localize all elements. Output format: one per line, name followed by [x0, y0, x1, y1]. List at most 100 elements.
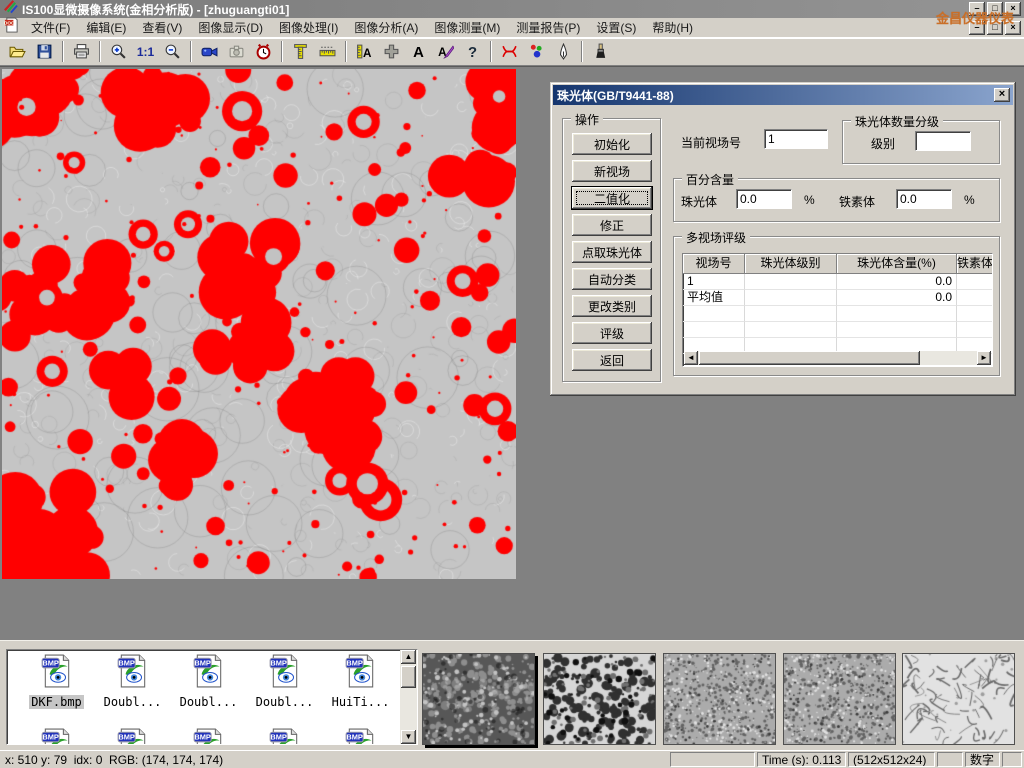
op-button-2[interactable]: 二值化 — [572, 187, 652, 209]
file-item-row2-4[interactable]: BMP — [323, 728, 398, 745]
file-name: DKF.bmp — [29, 695, 84, 709]
table-header-0[interactable]: 视场号 — [683, 254, 745, 274]
table-header-3[interactable]: 铁素体含量(%) — [957, 254, 993, 274]
scroll-left-arrow[interactable]: ◄ — [684, 351, 698, 365]
mdi-restore-button[interactable]: □ — [987, 21, 1003, 35]
op-button-4[interactable]: 点取珠光体 — [572, 241, 652, 263]
file-browser[interactable]: BMPDKF.bmpBMPDoubl...BMPDoubl...BMPDoubl… — [6, 649, 418, 745]
scroll-thumb[interactable] — [699, 351, 920, 365]
level-input[interactable] — [915, 131, 971, 151]
video-camera-icon[interactable] — [197, 40, 222, 64]
open-folder-icon[interactable] — [5, 40, 30, 64]
bmp-file-icon: BMP — [95, 728, 170, 745]
pearlite-percent-input[interactable] — [736, 189, 792, 209]
bmp-file-icon: BMP — [323, 728, 398, 745]
save-icon[interactable] — [32, 40, 57, 64]
file-item-row2-1[interactable]: BMP — [95, 728, 170, 745]
sample-thumbnail-0-dark-coarse[interactable] — [422, 653, 535, 745]
workspace: 珠光体(GB/T9441-88) × 操作 初始化新视场二值化修正点取珠光体自动… — [0, 66, 1024, 640]
sample-thumbnail-4-light-flakes[interactable] — [902, 653, 1015, 745]
table-horizontal-scrollbar[interactable]: ◄ ► — [684, 351, 991, 365]
op-button-5[interactable]: 自动分类 — [572, 268, 652, 290]
file-item-row2-2[interactable]: BMP — [171, 728, 246, 745]
dialog-close-button[interactable]: × — [994, 88, 1010, 102]
ferrite-percent-input[interactable] — [896, 189, 952, 209]
annotate-a-icon[interactable]: A — [433, 40, 458, 64]
menu-item-9[interactable]: 帮助(H) — [644, 17, 701, 38]
table-cell — [957, 322, 993, 338]
window-restore-button[interactable]: □ — [987, 2, 1003, 16]
help-icon[interactable]: ? — [460, 40, 485, 64]
op-button-7[interactable]: 评级 — [572, 322, 652, 344]
table-row[interactable]: 平均值0.0 — [683, 290, 992, 306]
menu-item-2[interactable]: 查看(V) — [134, 17, 190, 38]
sample-thumbnail-1-high-contrast[interactable] — [543, 653, 656, 745]
menu-item-3[interactable]: 图像显示(D) — [190, 17, 271, 38]
op-button-1[interactable]: 新视场 — [572, 160, 652, 182]
scroll-right-arrow[interactable]: ► — [977, 351, 991, 365]
op-button-6[interactable]: 更改类别 — [572, 295, 652, 317]
table-header-1[interactable]: 珠光体级别 — [745, 254, 837, 274]
status-mode: 数字 — [965, 752, 1000, 767]
filelist-scrollbar[interactable]: ▲▼ — [400, 650, 417, 744]
scroll-up-arrow[interactable]: ▲ — [401, 650, 416, 664]
micrograph-binarized-image[interactable] — [2, 69, 516, 579]
caliper-icon[interactable] — [288, 40, 313, 64]
curve-tool-icon[interactable] — [497, 40, 522, 64]
menu-item-7[interactable]: 测量报告(P) — [508, 17, 588, 38]
sample-thumbnail-2-fine-speckle[interactable] — [663, 653, 776, 745]
menu-item-6[interactable]: 图像测量(M) — [426, 17, 508, 38]
table-cell — [837, 306, 957, 322]
rgb-particles-icon[interactable] — [524, 40, 549, 64]
table-row[interactable]: 10.0 — [683, 274, 992, 290]
application-window: IS100显微摄像系统(金相分析版) - [zhuguangti01] –□× … — [0, 0, 1024, 768]
rating-table[interactable]: 视场号珠光体级别珠光体含量(%)铁素体含量(%) 10.0平均值0.0 ◄ ► — [682, 253, 993, 367]
menu-item-4[interactable]: 图像处理(I) — [271, 17, 346, 38]
status-panel-empty-2 — [937, 752, 963, 767]
mdi-close-button[interactable]: × — [1005, 21, 1021, 35]
op-button-0[interactable]: 初始化 — [572, 133, 652, 155]
photo-camera-icon[interactable] — [224, 40, 249, 64]
window-title: IS100显微摄像系统(金相分析版) - [zhuguangti01] — [22, 1, 289, 18]
ruler-icon[interactable] — [315, 40, 340, 64]
file-item-4[interactable]: BMPHuiTi... — [323, 654, 398, 711]
mdi-minimize-button[interactable]: – — [969, 21, 985, 35]
zoom-in-icon[interactable] — [106, 40, 131, 64]
window-close-button[interactable]: × — [1005, 2, 1021, 16]
scroll-down-arrow[interactable]: ▼ — [401, 730, 416, 744]
actual-size-icon[interactable]: 1:1 — [133, 40, 158, 64]
current-field-input[interactable] — [764, 129, 828, 149]
dialog-title-bar[interactable]: 珠光体(GB/T9441-88) × — [553, 85, 1013, 105]
table-cell — [745, 274, 837, 290]
table-cell: 1 — [683, 274, 745, 290]
move-cross-icon[interactable] — [379, 40, 404, 64]
file-item-2[interactable]: BMPDoubl... — [171, 654, 246, 711]
file-item-row2-3[interactable]: BMP — [247, 728, 322, 745]
menu-item-5[interactable]: 图像分析(A) — [346, 17, 426, 38]
zoom-out-icon[interactable] — [160, 40, 185, 64]
pearlite-dialog: 珠光体(GB/T9441-88) × 操作 初始化新视场二值化修正点取珠光体自动… — [550, 82, 1016, 396]
text-a-icon[interactable]: A — [406, 40, 431, 64]
menu-item-8[interactable]: 设置(S) — [588, 17, 644, 38]
print-icon[interactable] — [69, 40, 94, 64]
timer-clock-icon[interactable] — [251, 40, 276, 64]
table-header-2[interactable]: 珠光体含量(%) — [837, 254, 957, 274]
scroll-thumb[interactable] — [401, 666, 416, 688]
menu-item-1[interactable]: 编辑(E) — [78, 17, 134, 38]
brush-icon[interactable] — [588, 40, 613, 64]
measure-scale-icon[interactable]: A — [352, 40, 377, 64]
table-row[interactable] — [683, 306, 992, 322]
file-item-0[interactable]: BMPDKF.bmp — [19, 654, 94, 711]
file-item-1[interactable]: BMPDoubl... — [95, 654, 170, 711]
ferrite-percent-sign: % — [964, 193, 975, 207]
window-minimize-button[interactable]: – — [969, 2, 985, 16]
file-item-row2-0[interactable]: BMP — [19, 728, 94, 745]
pen-icon[interactable] — [551, 40, 576, 64]
op-button-3[interactable]: 修正 — [572, 214, 652, 236]
table-row[interactable] — [683, 322, 992, 338]
sample-thumbnail-3-fine-speckle[interactable] — [783, 653, 896, 745]
menu-item-0[interactable]: 文件(F) — [23, 17, 78, 38]
table-cell — [745, 306, 837, 322]
file-item-3[interactable]: BMPDoubl... — [247, 654, 322, 711]
op-button-8[interactable]: 返回 — [572, 349, 652, 371]
